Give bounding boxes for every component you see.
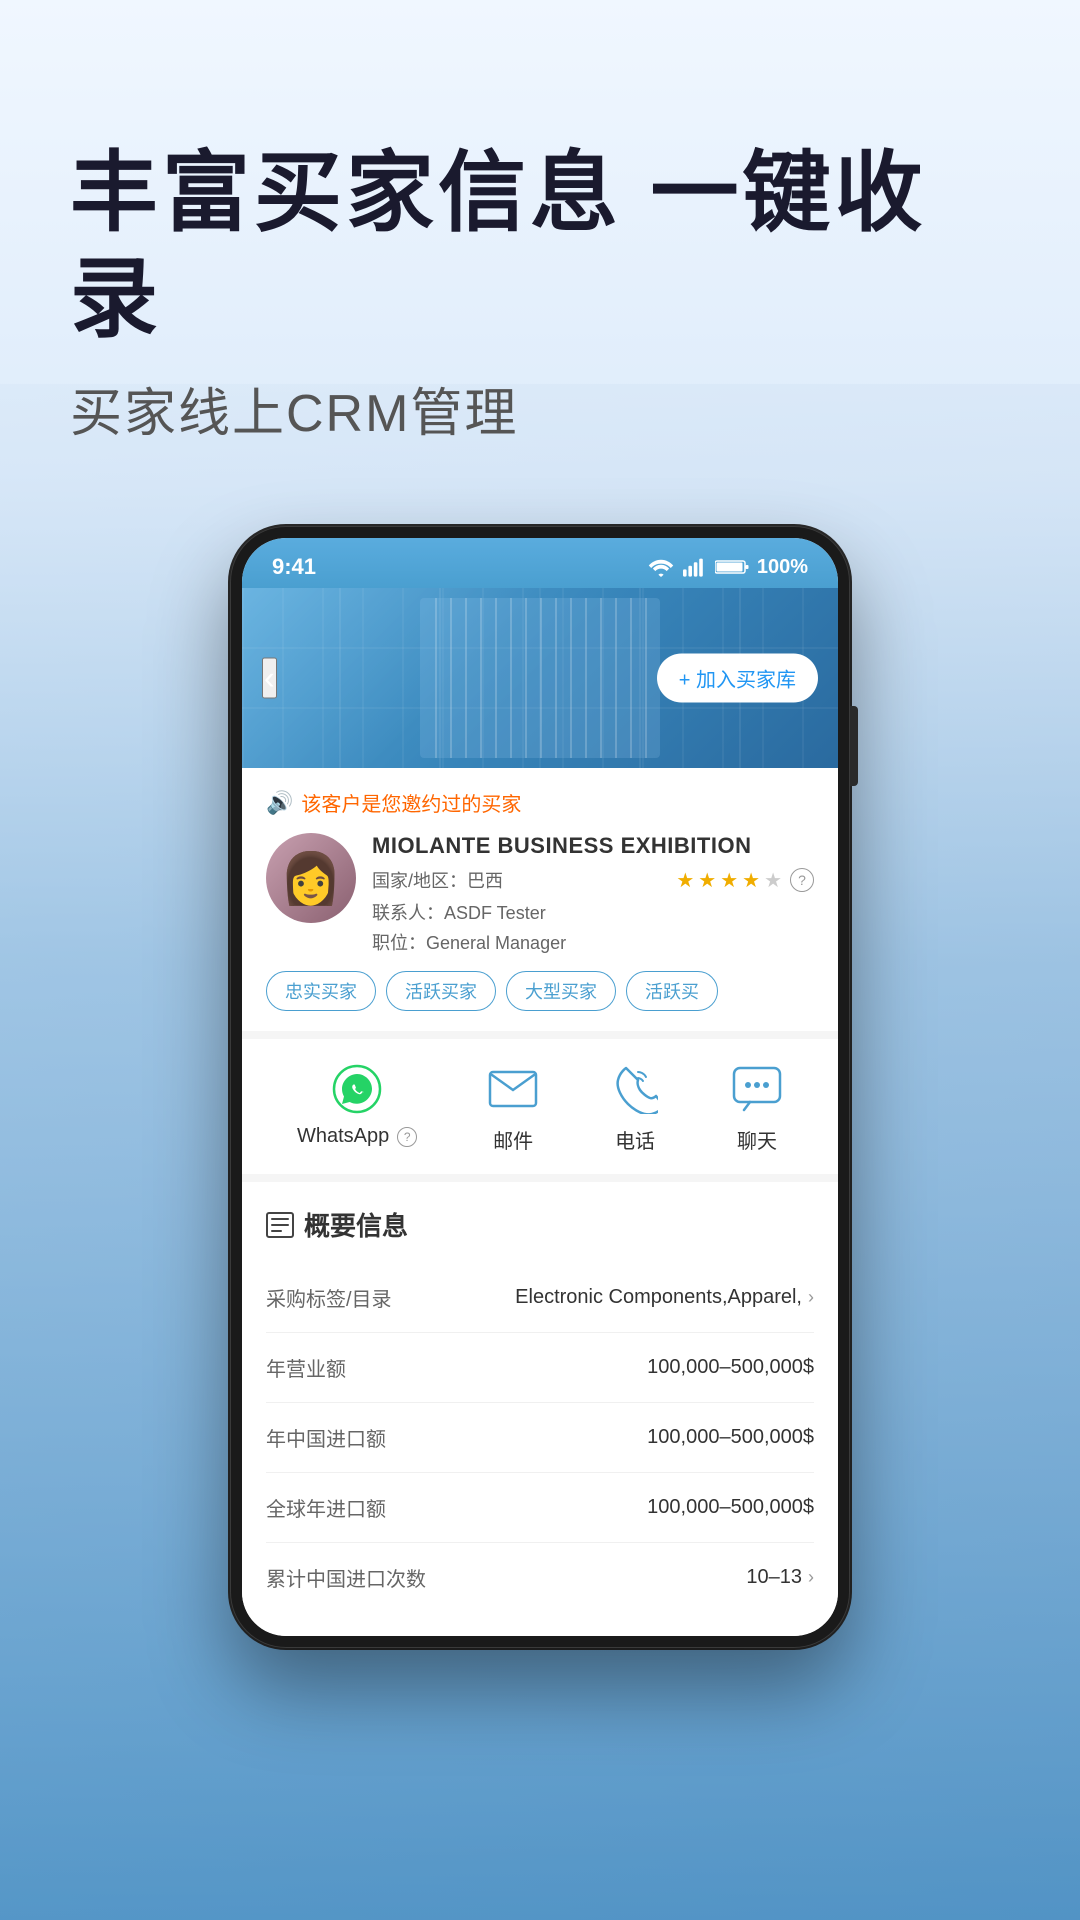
country-label: 国家/地区： xyxy=(372,871,467,891)
notice-speaker-icon: 🔊 xyxy=(266,790,293,816)
buyer-card: 🔊 该客户是您邀约过的买家 MIOLANTE BUSINESS EXHIBITI… xyxy=(242,768,838,1039)
chevron-purchase: › xyxy=(808,1287,814,1308)
section-title-text: 概要信息 xyxy=(304,1206,408,1243)
star-5-empty: ★ xyxy=(764,868,782,893)
info-row-china-count[interactable]: 累计中国进口次数 10–13 › xyxy=(266,1543,814,1612)
global-import-value: 100,000–500,000$ xyxy=(647,1496,814,1519)
action-phone[interactable]: 电话 xyxy=(609,1063,661,1154)
rating-help-icon[interactable]: ? xyxy=(790,868,814,892)
info-row-annual: 年营业额 100,000–500,000$ xyxy=(266,1333,814,1403)
status-bar: 9:41 xyxy=(242,538,838,588)
phone-icon xyxy=(612,1064,658,1114)
company-name: MIOLANTE BUSINESS EXHIBITION xyxy=(372,833,814,859)
whatsapp-icon-wrapper xyxy=(331,1063,383,1115)
china-count-label: 累计中国进口次数 xyxy=(266,1563,426,1592)
mail-icon-wrapper xyxy=(487,1063,539,1115)
tag-active2: 活跃买 xyxy=(626,971,718,1011)
position-value: General Manager xyxy=(426,933,566,953)
phone-icon-wrapper xyxy=(609,1063,661,1115)
main-title: 丰富买家信息 一键收录 xyxy=(70,140,1010,351)
whatsapp-label-row: WhatsApp ? xyxy=(297,1125,417,1148)
phone-screen: 9:41 xyxy=(242,538,838,1636)
buyer-details: MIOLANTE BUSINESS EXHIBITION 国家/地区：巴西 ★ … xyxy=(372,833,814,955)
chat-label: 聊天 xyxy=(737,1125,777,1154)
contact-name: 联系人：ASDF Tester xyxy=(372,899,814,925)
chat-icon xyxy=(732,1066,782,1112)
battery-icon xyxy=(715,558,749,576)
china-count-value-text: 10–13 xyxy=(746,1566,802,1589)
star-1: ★ xyxy=(676,868,694,893)
section-icon xyxy=(266,1212,294,1238)
action-mail[interactable]: 邮件 xyxy=(487,1063,539,1154)
phone-mockup: 9:41 xyxy=(0,526,1080,1648)
back-button[interactable]: ‹ xyxy=(262,658,277,699)
info-row-purchase[interactable]: 采购标签/目录 Electronic Components,Apparel, › xyxy=(266,1263,814,1333)
annual-label: 年营业额 xyxy=(266,1353,346,1382)
country-value: 巴西 xyxy=(467,871,503,891)
contact-label: 联系人： xyxy=(372,903,444,923)
signal-icon xyxy=(683,557,707,577)
whatsapp-help-icon[interactable]: ? xyxy=(397,1127,417,1147)
info-section: 概要信息 采购标签/目录 Electronic Components,Appar… xyxy=(242,1182,838,1636)
country-row: 国家/地区：巴西 ★ ★ ★ ★ ★ ? xyxy=(372,867,814,893)
contact-position: 职位：General Manager xyxy=(372,929,814,955)
china-count-value: 10–13 › xyxy=(746,1566,814,1589)
star-3: ★ xyxy=(720,868,738,893)
mail-icon xyxy=(488,1068,538,1110)
whatsapp-icon xyxy=(332,1064,382,1114)
star-2: ★ xyxy=(698,868,716,893)
star-4: ★ xyxy=(742,868,760,893)
info-row-china-import: 年中国进口额 100,000–500,000$ xyxy=(266,1403,814,1473)
mail-label: 邮件 xyxy=(493,1125,533,1154)
purchase-value-text: Electronic Components,Apparel, xyxy=(515,1286,802,1309)
china-import-label: 年中国进口额 xyxy=(266,1423,386,1452)
contact-name-value: ASDF Tester xyxy=(444,903,546,923)
china-import-value: 100,000–500,000$ xyxy=(647,1426,814,1449)
buyer-notice: 🔊 该客户是您邀约过的买家 xyxy=(266,788,814,817)
top-content: 丰富买家信息 一键收录 买家线上CRM管理 xyxy=(0,0,1080,486)
notice-text: 该客户是您邀约过的买家 xyxy=(301,788,521,817)
buyer-tags: 忠实买家 活跃买家 大型买家 活跃买 xyxy=(266,971,814,1011)
purchase-value: Electronic Components,Apparel, › xyxy=(515,1286,814,1309)
chat-icon-wrapper xyxy=(731,1063,783,1115)
phone-frame: 9:41 xyxy=(230,526,850,1648)
buyer-avatar xyxy=(266,833,356,923)
info-row-global-import: 全球年进口额 100,000–500,000$ xyxy=(266,1473,814,1543)
section-title: 概要信息 xyxy=(266,1206,814,1243)
action-chat[interactable]: 聊天 xyxy=(731,1063,783,1154)
status-icons: 100% xyxy=(647,556,808,579)
tag-active: 活跃买家 xyxy=(386,971,496,1011)
battery-percent: 100% xyxy=(757,556,808,579)
purchase-label: 采购标签/目录 xyxy=(266,1283,392,1312)
annual-value: 100,000–500,000$ xyxy=(647,1356,814,1379)
action-whatsapp[interactable]: WhatsApp ? xyxy=(297,1063,417,1154)
position-label: 职位： xyxy=(372,933,426,953)
sub-title: 买家线上CRM管理 xyxy=(70,371,1010,446)
buyer-info-row: MIOLANTE BUSINESS EXHIBITION 国家/地区：巴西 ★ … xyxy=(266,833,814,955)
action-bar: WhatsApp ? 邮件 xyxy=(242,1039,838,1182)
phone-label: 电话 xyxy=(615,1125,655,1154)
global-import-label: 全球年进口额 xyxy=(266,1493,386,1522)
hero-image: ‹ + 加入买家库 xyxy=(242,588,838,768)
tag-large: 大型买家 xyxy=(506,971,616,1011)
time-display: 9:41 xyxy=(272,554,316,580)
star-rating: ★ ★ ★ ★ ★ ? xyxy=(676,868,814,893)
whatsapp-label: WhatsApp xyxy=(297,1125,389,1148)
tag-loyal: 忠实买家 xyxy=(266,971,376,1011)
chevron-china-count: › xyxy=(808,1567,814,1588)
join-buyer-button[interactable]: + 加入买家库 xyxy=(657,654,818,703)
wifi-icon xyxy=(647,557,675,577)
country-text: 国家/地区：巴西 xyxy=(372,867,503,893)
